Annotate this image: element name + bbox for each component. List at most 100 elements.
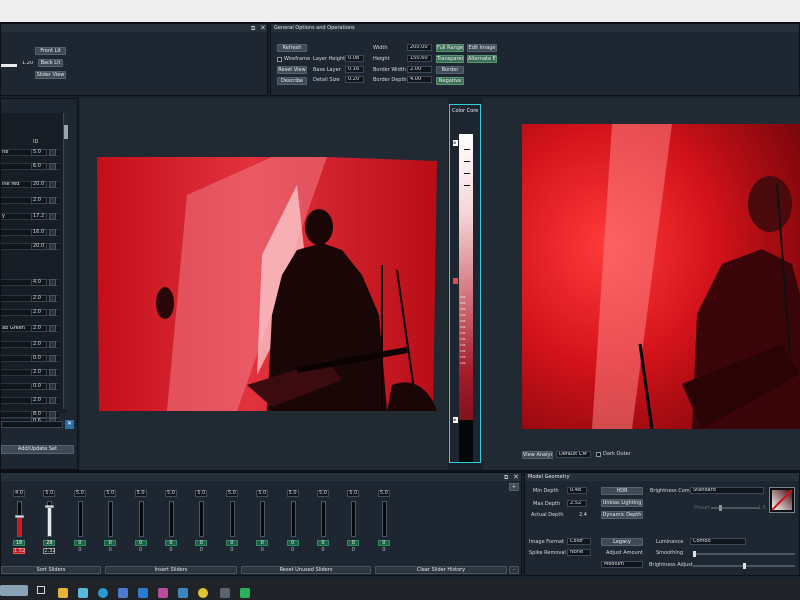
slider-view-button[interactable]: Slider View <box>35 71 66 79</box>
channel-value-field[interactable]: 5.0 <box>73 490 86 497</box>
value-spinner[interactable] <box>49 295 56 302</box>
channel-slider[interactable] <box>351 501 357 537</box>
channel-value-field[interactable]: 5.0 <box>134 490 147 497</box>
mixer-add-button[interactable]: + <box>509 483 519 491</box>
layer-height-field[interactable]: 0.08 <box>345 55 364 62</box>
channel-value-field[interactable]: 5.0 <box>225 490 238 497</box>
preset-slider[interactable] <box>711 505 759 511</box>
mail-icon[interactable] <box>138 588 148 598</box>
list-item-value[interactable]: 2.0 <box>31 397 47 404</box>
channel-slider[interactable] <box>290 501 296 537</box>
core-tick-mark[interactable] <box>464 149 470 150</box>
channel-value-field[interactable]: 5.0 <box>256 490 269 497</box>
value-spinner[interactable] <box>49 355 56 362</box>
list-item-value[interactable]: 17.2 <box>31 213 47 220</box>
front-lit-button[interactable]: Front Lit <box>35 47 66 55</box>
channel-step-chip[interactable]: 0 <box>73 540 86 546</box>
channel-slider[interactable] <box>45 501 55 537</box>
channel-step-chip[interactable]: 0 <box>195 540 208 546</box>
channel-slider[interactable] <box>138 501 144 537</box>
channel-slider[interactable] <box>15 501 24 537</box>
luminance-select[interactable]: Combo <box>690 538 746 545</box>
negative-button[interactable]: Negative <box>436 77 464 85</box>
core-tick-mark[interactable] <box>464 161 470 162</box>
medium-select[interactable]: Medium <box>601 561 643 568</box>
channel-knob[interactable] <box>15 515 24 518</box>
list-item-value[interactable]: 2.0 <box>31 341 47 348</box>
panel-float-icon[interactable]: ⧉ <box>251 25 255 33</box>
detail-size-field[interactable]: 0.20 <box>345 76 364 83</box>
value-spinner[interactable] <box>49 243 56 250</box>
landscape-thumb[interactable] <box>0 585 28 596</box>
channel-step-chip[interactable]: 0 <box>225 540 238 546</box>
channel-slider[interactable] <box>260 501 266 537</box>
hdr-button[interactable]: HDR <box>601 487 643 495</box>
value-spinner[interactable] <box>49 397 56 404</box>
dynamic-depth-button[interactable]: Dynamic Depth <box>601 511 643 519</box>
list-item-value[interactable]: 0.0 <box>31 383 47 390</box>
viewport-3d[interactable] <box>80 98 448 470</box>
unbias-lighting-button[interactable]: Unbias Lighting <box>601 499 643 507</box>
scroll-thumb[interactable] <box>64 125 68 139</box>
task-view-icon[interactable] <box>37 586 45 594</box>
legacy-button[interactable]: Legacy <box>601 538 643 546</box>
core-bottom-marker[interactable]: ⊕ <box>453 417 458 423</box>
channel-slider[interactable] <box>199 501 205 537</box>
channel-slider[interactable] <box>77 501 83 537</box>
value-spinner[interactable] <box>49 279 56 286</box>
core-top-marker[interactable]: ⊕ <box>453 140 458 146</box>
channel-value-field[interactable]: 5.0 <box>165 490 177 497</box>
set-name-field[interactable] <box>1 421 63 428</box>
mixer-float-icon[interactable]: ⧉ <box>504 474 508 482</box>
border-button[interactable]: Border <box>436 66 464 74</box>
list-item-value[interactable]: 2.0 <box>31 325 47 332</box>
channel-step-chip[interactable]: 0 <box>134 540 147 546</box>
lit-slider[interactable] <box>1 64 17 67</box>
brightness-adjust-slider[interactable] <box>693 563 795 569</box>
value-spinner[interactable] <box>49 383 56 390</box>
alternate-edit-button[interactable]: Alternate Edit <box>467 55 497 63</box>
value-spinner[interactable] <box>49 163 56 170</box>
mixer-close-icon[interactable]: ✕ <box>513 473 519 481</box>
photos-icon[interactable] <box>118 588 128 598</box>
border-depth-field[interactable]: 4.00 <box>407 76 432 83</box>
view-analysis-button[interactable]: View Analysis <box>522 451 553 459</box>
full-range-button[interactable]: Full Range <box>436 44 464 52</box>
channel-slider[interactable] <box>169 501 174 537</box>
channel-value-field[interactable]: 5.0 <box>195 490 208 497</box>
channel-slider[interactable] <box>381 501 387 537</box>
smoothing-slider[interactable] <box>693 551 795 557</box>
list-item-value[interactable]: 8.0 <box>31 411 47 418</box>
reset-view-button[interactable]: Reset View <box>277 66 307 74</box>
channel-slider[interactable] <box>321 501 326 537</box>
channel-value-field[interactable]: 5.0 <box>104 490 117 497</box>
channel-value-field[interactable]: 5.0 <box>43 490 56 497</box>
core-tick-mark[interactable] <box>464 173 470 174</box>
value-spinner[interactable] <box>49 411 56 418</box>
channel-value-field[interactable]: 5.0 <box>377 490 390 497</box>
edge-icon[interactable] <box>98 588 108 598</box>
value-spinner[interactable] <box>49 197 56 204</box>
edit-image-button[interactable]: Edit Image <box>467 44 497 52</box>
store-icon[interactable] <box>158 588 168 598</box>
value-spinner[interactable] <box>49 213 56 220</box>
channel-knob[interactable] <box>45 505 55 508</box>
height-field[interactable]: 150.60 <box>407 55 432 62</box>
channel-step-chip[interactable]: 0 <box>317 540 329 546</box>
set-search-icon[interactable]: ✕ <box>65 420 74 429</box>
copilot-icon[interactable] <box>78 588 88 598</box>
file-explorer-icon[interactable] <box>58 588 68 598</box>
spike-removal-select[interactable]: None <box>567 549 591 556</box>
list-item-value[interactable]: 2.0 <box>31 197 47 204</box>
describe-button[interactable]: Describe <box>277 77 307 85</box>
core-tick-mark[interactable] <box>464 185 470 186</box>
channel-value-field[interactable]: 4.0 <box>13 490 25 497</box>
list-item-value[interactable]: 0.0 <box>31 355 47 362</box>
terminal-icon[interactable] <box>220 588 230 598</box>
channel-step-chip[interactable]: 28 <box>43 540 56 546</box>
insert-sliders-button[interactable]: Insert Sliders <box>105 566 237 574</box>
channel-step-chip[interactable]: 0 <box>377 540 390 546</box>
check-app-icon[interactable] <box>178 588 188 598</box>
list-item-value[interactable]: 6.0 <box>31 163 47 170</box>
value-spinner[interactable] <box>49 325 56 332</box>
